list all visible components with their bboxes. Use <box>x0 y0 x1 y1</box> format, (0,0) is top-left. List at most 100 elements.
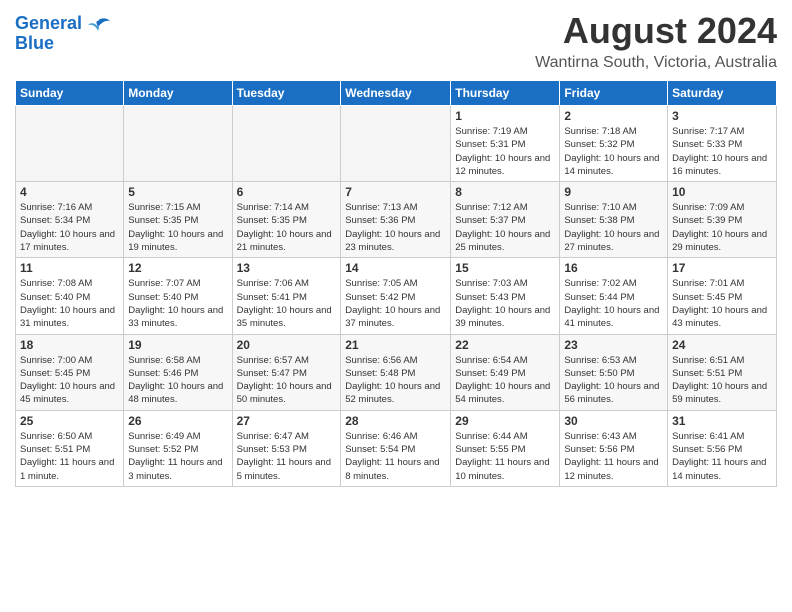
day-number: 23 <box>564 338 663 352</box>
calendar-cell <box>232 106 341 182</box>
calendar-cell: 28 Sunrise: 6:46 AMSunset: 5:54 PMDayligh… <box>341 410 451 486</box>
calendar-cell: 13 Sunrise: 7:06 AMSunset: 5:41 PMDayligh… <box>232 258 341 334</box>
week-row-4: 18Sunrise: 7:00 AMSunset: 5:45 PMDayligh… <box>16 334 777 410</box>
logo: GeneralBlue <box>15 10 112 54</box>
day-number: 29 <box>455 414 555 428</box>
day-info: Sunrise: 7:12 AMSunset: 5:37 PMDaylight:… <box>455 201 555 254</box>
day-number: 30 <box>564 414 663 428</box>
day-info: Sunrise: 7:05 AMSunset: 5:42 PMDaylight:… <box>345 277 446 330</box>
calendar-cell <box>341 106 451 182</box>
calendar-cell: 24Sunrise: 6:51 AMSunset: 5:51 PMDayligh… <box>668 334 777 410</box>
day-number: 5 <box>128 185 227 199</box>
day-info: Sunrise: 7:10 AMSunset: 5:38 PMDaylight:… <box>564 201 663 254</box>
calendar-cell <box>124 106 232 182</box>
day-info: Sunrise: 6:50 AMSunset: 5:51 PMDaylight:… <box>20 430 119 483</box>
day-info: Sunrise: 6:56 AMSunset: 5:48 PMDaylight:… <box>345 354 446 407</box>
day-info: Sunrise: 6:44 AMSunset: 5:55 PMDaylight:… <box>455 430 555 483</box>
day-number: 4 <box>20 185 119 199</box>
calendar-table: SundayMondayTuesdayWednesdayThursdayFrid… <box>15 80 777 487</box>
day-info: Sunrise: 7:06 AMSunset: 5:41 PMDaylight:… <box>237 277 337 330</box>
col-header-sunday: Sunday <box>16 81 124 106</box>
day-number: 10 <box>672 185 772 199</box>
day-number: 11 <box>20 261 119 275</box>
calendar-cell <box>16 106 124 182</box>
calendar-cell: 14 Sunrise: 7:05 AMSunset: 5:42 PMDayligh… <box>341 258 451 334</box>
day-info: Sunrise: 6:43 AMSunset: 5:56 PMDaylight:… <box>564 430 663 483</box>
calendar-cell: 29 Sunrise: 6:44 AMSunset: 5:55 PMDayligh… <box>451 410 560 486</box>
calendar-cell: 25Sunrise: 6:50 AMSunset: 5:51 PMDayligh… <box>16 410 124 486</box>
day-number: 12 <box>128 261 227 275</box>
day-number: 13 <box>237 261 337 275</box>
week-row-3: 11Sunrise: 7:08 AMSunset: 5:40 PMDayligh… <box>16 258 777 334</box>
calendar-cell: 20Sunrise: 6:57 AMSunset: 5:47 PMDayligh… <box>232 334 341 410</box>
day-info: Sunrise: 7:19 AMSunset: 5:31 PMDaylight:… <box>455 125 555 178</box>
col-header-thursday: Thursday <box>451 81 560 106</box>
day-info: Sunrise: 7:14 AMSunset: 5:35 PMDaylight:… <box>237 201 337 254</box>
day-info: Sunrise: 6:53 AMSunset: 5:50 PMDaylight:… <box>564 354 663 407</box>
week-row-5: 25Sunrise: 6:50 AMSunset: 5:51 PMDayligh… <box>16 410 777 486</box>
calendar-cell: 3 Sunrise: 7:17 AMSunset: 5:33 PMDaylight… <box>668 106 777 182</box>
calendar-cell: 22Sunrise: 6:54 AMSunset: 5:49 PMDayligh… <box>451 334 560 410</box>
day-number: 17 <box>672 261 772 275</box>
calendar-cell: 26Sunrise: 6:49 AMSunset: 5:52 PMDayligh… <box>124 410 232 486</box>
calendar-cell: 16 Sunrise: 7:02 AMSunset: 5:44 PMDayligh… <box>560 258 668 334</box>
day-info: Sunrise: 6:46 AMSunset: 5:54 PMDaylight:… <box>345 430 446 483</box>
day-number: 18 <box>20 338 119 352</box>
day-number: 27 <box>237 414 337 428</box>
calendar-cell: 6 Sunrise: 7:14 AMSunset: 5:35 PMDaylight… <box>232 182 341 258</box>
day-info: Sunrise: 6:41 AMSunset: 5:56 PMDaylight:… <box>672 430 772 483</box>
calendar-cell: 4 Sunrise: 7:16 AMSunset: 5:34 PMDaylight… <box>16 182 124 258</box>
day-number: 28 <box>345 414 446 428</box>
calendar-cell: 17 Sunrise: 7:01 AMSunset: 5:45 PMDayligh… <box>668 258 777 334</box>
day-number: 31 <box>672 414 772 428</box>
week-row-1: 1 Sunrise: 7:19 AMSunset: 5:31 PMDaylight… <box>16 106 777 182</box>
day-info: Sunrise: 7:17 AMSunset: 5:33 PMDaylight:… <box>672 125 772 178</box>
day-info: Sunrise: 6:58 AMSunset: 5:46 PMDaylight:… <box>128 354 227 407</box>
calendar-cell: 15 Sunrise: 7:03 AMSunset: 5:43 PMDayligh… <box>451 258 560 334</box>
day-info: Sunrise: 7:15 AMSunset: 5:35 PMDaylight:… <box>128 201 227 254</box>
title-block: August 2024 Wantirna South, Victoria, Au… <box>535 10 777 72</box>
day-info: Sunrise: 7:07 AMSunset: 5:40 PMDaylight:… <box>128 277 227 330</box>
day-number: 2 <box>564 109 663 123</box>
day-number: 24 <box>672 338 772 352</box>
day-info: Sunrise: 6:49 AMSunset: 5:52 PMDaylight:… <box>128 430 227 483</box>
day-number: 6 <box>237 185 337 199</box>
day-info: Sunrise: 7:01 AMSunset: 5:45 PMDaylight:… <box>672 277 772 330</box>
day-number: 3 <box>672 109 772 123</box>
calendar-cell: 2 Sunrise: 7:18 AMSunset: 5:32 PMDaylight… <box>560 106 668 182</box>
day-info: Sunrise: 7:02 AMSunset: 5:44 PMDaylight:… <box>564 277 663 330</box>
calendar-cell: 21 Sunrise: 6:56 AMSunset: 5:48 PMDayligh… <box>341 334 451 410</box>
week-row-2: 4 Sunrise: 7:16 AMSunset: 5:34 PMDaylight… <box>16 182 777 258</box>
day-info: Sunrise: 7:03 AMSunset: 5:43 PMDaylight:… <box>455 277 555 330</box>
sub-title: Wantirna South, Victoria, Australia <box>535 54 777 72</box>
day-number: 9 <box>564 185 663 199</box>
calendar-cell: 18Sunrise: 7:00 AMSunset: 5:45 PMDayligh… <box>16 334 124 410</box>
calendar-cell: 10 Sunrise: 7:09 AMSunset: 5:39 PMDayligh… <box>668 182 777 258</box>
logo-bird-icon <box>84 15 112 43</box>
day-number: 14 <box>345 261 446 275</box>
calendar-cell: 8Sunrise: 7:12 AMSunset: 5:37 PMDaylight… <box>451 182 560 258</box>
day-number: 21 <box>345 338 446 352</box>
day-number: 15 <box>455 261 555 275</box>
day-number: 19 <box>128 338 227 352</box>
calendar-cell: 27 Sunrise: 6:47 AMSunset: 5:53 PMDayligh… <box>232 410 341 486</box>
day-info: Sunrise: 7:18 AMSunset: 5:32 PMDaylight:… <box>564 125 663 178</box>
calendar-cell: 7Sunrise: 7:13 AMSunset: 5:36 PMDaylight… <box>341 182 451 258</box>
calendar-cell: 1 Sunrise: 7:19 AMSunset: 5:31 PMDaylight… <box>451 106 560 182</box>
logo-text: GeneralBlue <box>15 14 82 54</box>
col-header-wednesday: Wednesday <box>341 81 451 106</box>
day-info: Sunrise: 6:54 AMSunset: 5:49 PMDaylight:… <box>455 354 555 407</box>
page-header: GeneralBlue August 2024 Wantirna South, … <box>15 10 777 72</box>
col-header-monday: Monday <box>124 81 232 106</box>
day-number: 16 <box>564 261 663 275</box>
calendar-cell: 12 Sunrise: 7:07 AMSunset: 5:40 PMDayligh… <box>124 258 232 334</box>
calendar-cell: 31 Sunrise: 6:41 AMSunset: 5:56 PMDayligh… <box>668 410 777 486</box>
calendar-cell: 30 Sunrise: 6:43 AMSunset: 5:56 PMDayligh… <box>560 410 668 486</box>
day-info: Sunrise: 7:16 AMSunset: 5:34 PMDaylight:… <box>20 201 119 254</box>
calendar-cell: 11Sunrise: 7:08 AMSunset: 5:40 PMDayligh… <box>16 258 124 334</box>
day-info: Sunrise: 6:57 AMSunset: 5:47 PMDaylight:… <box>237 354 337 407</box>
col-header-tuesday: Tuesday <box>232 81 341 106</box>
day-info: Sunrise: 6:47 AMSunset: 5:53 PMDaylight:… <box>237 430 337 483</box>
day-number: 1 <box>455 109 555 123</box>
day-info: Sunrise: 7:09 AMSunset: 5:39 PMDaylight:… <box>672 201 772 254</box>
